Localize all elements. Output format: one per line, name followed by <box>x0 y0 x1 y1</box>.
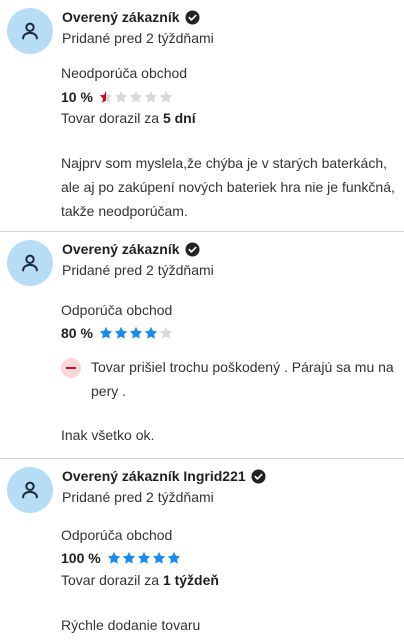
star-icon <box>99 90 113 103</box>
rating-stars <box>99 326 174 340</box>
delivery-label: Tovar dorazil za <box>61 110 163 126</box>
star-icon <box>129 326 143 339</box>
review-text: Najprv som myslela,že chýba je v starých… <box>61 155 395 219</box>
star-icon <box>99 326 113 339</box>
con-item: Tovar prišiel trochu poškodený . Párajú … <box>61 357 397 403</box>
star-icon <box>167 551 180 564</box>
posted-date: Pridané pred 2 týždňami <box>62 489 214 505</box>
delivery-value: 1 týždeň <box>162 572 219 588</box>
star-icon <box>107 551 120 564</box>
star-icon <box>152 551 165 564</box>
delivery-info: Tovar dorazil za 5 dní <box>61 110 196 126</box>
rating: 80 % <box>61 325 174 341</box>
author: Overený zákazník Ingrid221 <box>62 468 266 484</box>
con-text: Tovar prišiel trochu poškodený . Párajú … <box>91 359 394 399</box>
delivery-value: 5 dní <box>162 110 196 126</box>
review-text: Inak všetko ok. <box>61 427 155 443</box>
star-icon <box>114 90 128 103</box>
star-icon <box>129 90 143 103</box>
recommendation: Odporúča obchod <box>61 302 173 318</box>
rating-stars <box>107 551 182 565</box>
rating-percent: 100 % <box>61 550 101 566</box>
avatar <box>7 240 53 286</box>
review-card: Overený zákazník Ingrid221 Pridané pred … <box>0 459 404 644</box>
author-name: Overený zákazník <box>62 241 180 257</box>
check-badge-icon <box>184 9 200 25</box>
user-icon <box>22 481 38 499</box>
author: Overený zákazník <box>62 9 200 25</box>
delivery-label: Tovar dorazil za <box>61 572 163 588</box>
star-icon <box>144 326 158 339</box>
star-icon <box>114 326 128 339</box>
author-name: Overený zákazník Ingrid221 <box>62 468 246 484</box>
user-icon <box>22 22 38 40</box>
author-name: Overený zákazník <box>62 9 180 25</box>
recommendation: Neodporúča obchod <box>61 65 188 81</box>
user-icon <box>22 254 38 272</box>
posted-date: Pridané pred 2 týždňami <box>62 30 214 46</box>
author: Overený zákazník <box>62 241 200 257</box>
star-icon <box>144 90 158 103</box>
rating-percent: 10 % <box>61 89 93 105</box>
rating: 10 % <box>61 89 174 105</box>
avatar <box>7 467 53 513</box>
check-badge-icon <box>184 241 200 257</box>
star-icon <box>122 551 135 564</box>
rating: 100 % <box>61 550 182 566</box>
star-icon <box>137 551 150 564</box>
review-card: Overený zákazník Pridané pred 2 týždňami… <box>0 232 404 459</box>
check-badge-icon <box>251 468 266 484</box>
recommendation: Odporúča obchod <box>61 527 173 543</box>
minus-icon <box>61 358 81 378</box>
avatar <box>7 8 53 54</box>
star-icon <box>159 90 173 103</box>
rating-stars <box>99 90 174 104</box>
delivery-info: Tovar dorazil za 1 týždeň <box>61 572 219 588</box>
review-card: Overený zákazník Pridané pred 2 týždňami… <box>0 0 404 232</box>
posted-date: Pridané pred 2 týždňami <box>62 262 214 278</box>
star-icon <box>159 326 173 339</box>
review-text: Rýchle dodanie tovaru <box>61 617 201 633</box>
rating-percent: 80 % <box>61 325 93 341</box>
